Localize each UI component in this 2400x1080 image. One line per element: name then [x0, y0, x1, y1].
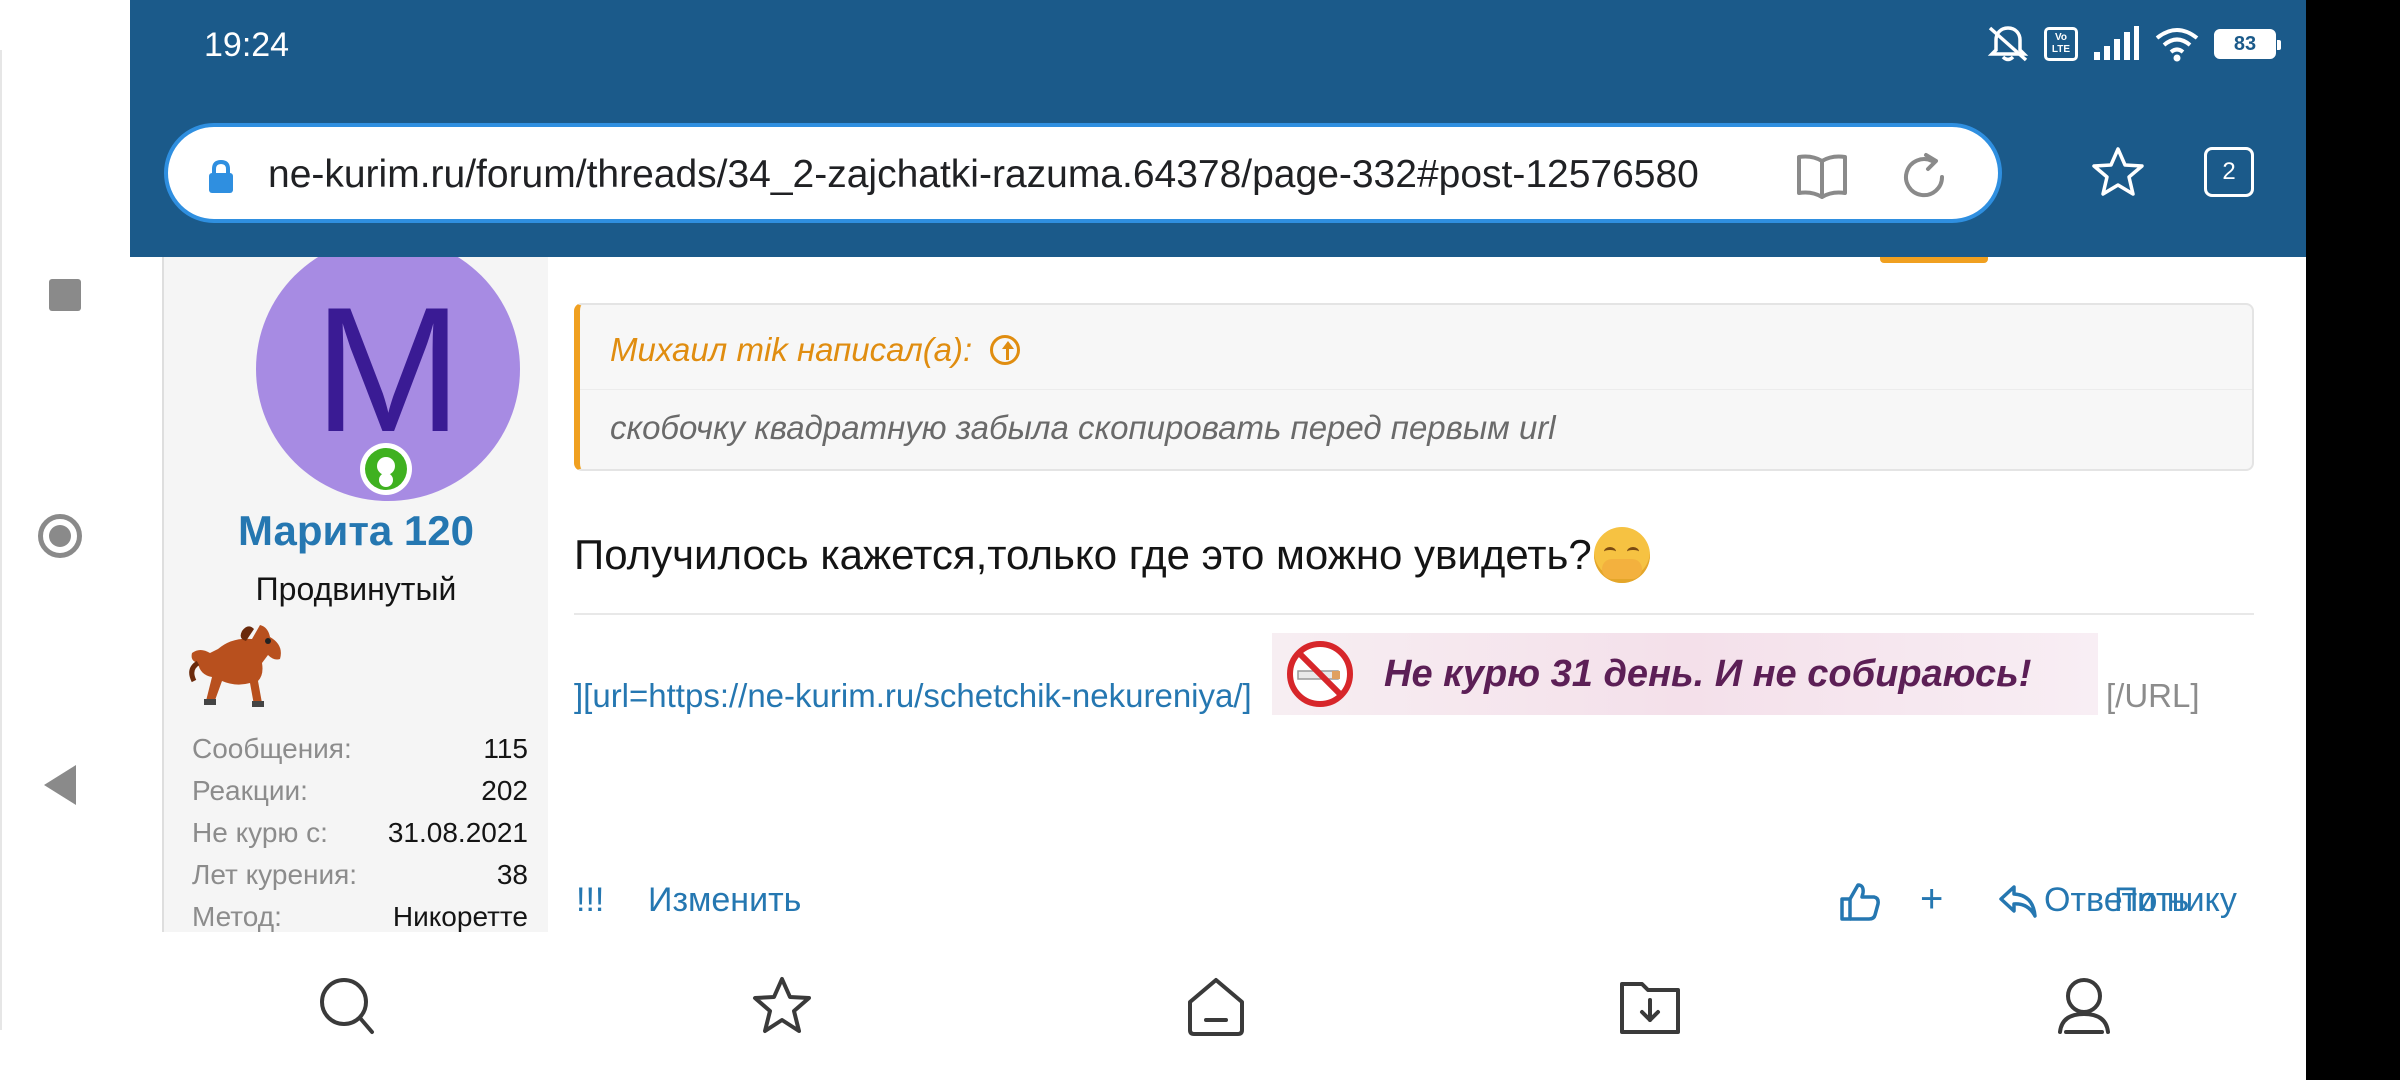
jump-to-quote-icon[interactable] — [990, 335, 1021, 365]
stat-label: Сообщения: — [192, 733, 352, 764]
no-smoking-icon — [1287, 641, 1353, 707]
exclaim-link[interactable]: !!! — [576, 881, 604, 920]
signature-divider — [574, 613, 2254, 615]
bookmark-star-icon[interactable] — [2090, 145, 2146, 199]
stat-row-quit-date: Не курю с: 31.08.2021 — [192, 817, 528, 859]
status-bar: 19:24 Vo LTE 83 — [130, 0, 2306, 95]
screen-edge-band — [2306, 0, 2400, 1080]
quote-author: Михаил mik написал(а): — [610, 331, 973, 368]
quote-text: скобочку квадратную забыла скопировать п… — [610, 409, 1556, 446]
signature-end-tag: [/URL] — [2106, 677, 2200, 714]
signature: ][url=https://ne-kurim.ru/schetchik-neku… — [574, 629, 2254, 739]
page-content: M Марита 120 Продвинутый Сообщения: 115 Р… — [130, 257, 2306, 932]
by-nick-button[interactable]: По нику — [2114, 881, 2237, 920]
blushing-emoji-icon — [1593, 527, 1650, 583]
profile-icon[interactable] — [2052, 974, 2116, 1038]
browser-app: 19:24 Vo LTE 83 ne-kurim.ru/forum/thread… — [130, 0, 2306, 1080]
online-status-icon — [360, 443, 412, 495]
stat-row-method: Метод: Никоретте — [192, 901, 528, 932]
lock-icon — [209, 159, 233, 193]
status-time: 19:24 — [204, 26, 290, 64]
battery-icon: 83 — [2214, 29, 2281, 59]
quote-block: Михаил mik написал(а): скобочку квадратн… — [574, 303, 2254, 471]
home-icon[interactable] — [1184, 974, 1248, 1038]
stat-label: Реакции: — [192, 775, 308, 806]
recents-button[interactable] — [49, 279, 81, 311]
stat-row-smoking-years: Лет курения: 38 — [192, 859, 528, 901]
status-icons: Vo LTE 83 — [1986, 24, 2281, 64]
user-stats: Сообщения: 115 Реакции: 202 Не курю с: 31.0… — [192, 733, 528, 932]
stat-label: Не курю с: — [192, 817, 328, 848]
stat-row-reactions: Реакции: 202 — [192, 775, 528, 817]
volte-icon: Vo LTE — [2044, 27, 2078, 61]
user-sidebar: M Марита 120 Продвинутый Сообщения: 115 Р… — [162, 257, 548, 932]
add-reaction-button[interactable]: + — [1920, 877, 1943, 922]
system-nav-rail — [0, 0, 130, 1080]
address-bar[interactable]: ne-kurim.ru/forum/threads/34_2-zajchatki… — [164, 123, 2002, 223]
post-header-badge — [1880, 257, 1988, 263]
user-title: Продвинутый — [255, 571, 457, 607]
stat-value: 115 — [483, 733, 528, 764]
quote-author-link[interactable]: Михаил mik написал(а): — [610, 331, 1021, 369]
bookmarks-star-icon[interactable] — [750, 974, 814, 1038]
horse-icon — [189, 625, 281, 707]
back-button[interactable] — [44, 765, 76, 805]
mute-icon — [1987, 26, 2029, 62]
no-smoking-counter-banner[interactable]: Не курю 31 день. И не собираюсь! — [1272, 633, 2098, 715]
post-message-text: Получилось кажется,только где это можно … — [574, 531, 1592, 578]
thumbs-up-icon[interactable] — [1838, 879, 1882, 923]
stat-value: Никоретте — [392, 901, 528, 932]
stat-value: 202 — [481, 775, 528, 806]
wifi-icon — [2155, 28, 2199, 62]
stat-label: Метод: — [192, 901, 282, 932]
post-body: Михаил mik написал(а): скобочку квадратн… — [574, 257, 2262, 932]
screen-edge — [0, 50, 2, 1030]
stat-label: Лет курения: — [192, 859, 358, 890]
reply-icon — [1999, 884, 2037, 918]
quote-divider — [580, 389, 2252, 390]
home-button[interactable] — [38, 514, 82, 558]
stat-row-messages: Сообщения: 115 — [192, 733, 528, 775]
post-actions: !!! Изменить + Ответить По нику — [574, 877, 2254, 929]
stat-value: 38 — [496, 859, 528, 890]
downloads-icon[interactable] — [1618, 974, 1682, 1038]
tabs-count-button[interactable]: 2 — [2204, 147, 2254, 197]
stat-value: 31.08.2021 — [387, 817, 528, 848]
username[interactable]: Марита 120 — [164, 507, 548, 555]
reload-icon[interactable] — [1896, 149, 1952, 205]
banner-text: Не курю 31 день. И не собираюсь! — [1384, 652, 2032, 695]
post-message: Получилось кажется,только где это можно … — [574, 527, 1650, 583]
url-text[interactable]: ne-kurim.ru/forum/threads/34_2-zajchatki… — [268, 153, 1699, 197]
signal-icon — [2094, 26, 2139, 60]
edit-link[interactable]: Изменить — [648, 881, 801, 920]
search-icon[interactable] — [316, 974, 380, 1038]
browser-toolbar: ne-kurim.ru/forum/threads/34_2-zajchatki… — [130, 95, 2306, 257]
bottom-navigation — [130, 932, 2306, 1080]
signature-link[interactable]: ][url=https://ne-kurim.ru/schetchik-neku… — [574, 677, 1252, 715]
reader-mode-icon[interactable] — [1794, 149, 1850, 201]
